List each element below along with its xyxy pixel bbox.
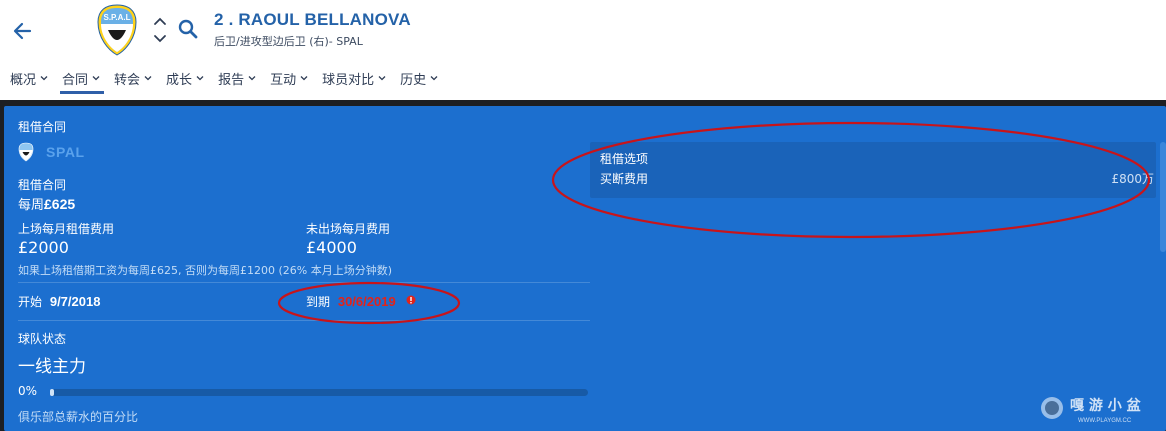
chevron-down-icon xyxy=(378,76,386,81)
wage-percent-value: 0% xyxy=(18,384,38,398)
chevron-down-icon xyxy=(144,76,152,81)
played-fee-value: £2000 xyxy=(18,238,69,257)
warning-icon[interactable] xyxy=(406,295,416,305)
scrollbar[interactable] xyxy=(1160,142,1166,252)
tab-contract[interactable]: 合同 xyxy=(58,62,105,94)
tab-development[interactable]: 成长 xyxy=(162,62,208,94)
profile-tab-bar: 概况 合同 转会 成长 报告 互动 球员对比 历史 xyxy=(0,62,442,94)
player-header: S.P.A.L 2 . RAOUL BELLANOVA 后卫/进攻型边后卫 (右… xyxy=(0,0,1166,100)
chevron-down-icon xyxy=(248,76,256,81)
chevron-down-icon xyxy=(430,76,438,81)
start-label: 开始 xyxy=(18,295,43,309)
tab-label: 历史 xyxy=(400,72,427,88)
section-divider xyxy=(18,282,590,283)
crest-text: S.P.A.L xyxy=(104,13,131,22)
site-watermark-logo: 嘎 游 小 盆 WWW.PLAYGM.CC xyxy=(1041,397,1142,424)
squad-status-value: 一线主力 xyxy=(18,357,86,377)
squad-status-label: 球队状态 xyxy=(18,332,67,346)
watermark-text: 嘎 游 小 盆 xyxy=(1070,397,1142,414)
end-label: 到期 xyxy=(306,295,331,309)
watermark-url: WWW.PLAYGM.CC xyxy=(1078,418,1132,424)
played-fee-label: 上场每月租借费用 xyxy=(18,222,115,236)
tab-label: 概况 xyxy=(10,72,37,88)
fee-explanation-note: 如果上场租借期工资为每周£625, 否则为每周£1200 (26% 本月上场分钟… xyxy=(18,264,393,277)
search-icon[interactable] xyxy=(177,18,199,40)
end-date-row: 到期 30/6/2019 xyxy=(306,293,416,310)
chevron-up-down-icon[interactable] xyxy=(152,14,168,46)
player-position-subtitle: 后卫/进攻型边后卫 (右)- SPAL xyxy=(214,35,363,48)
back-arrow-icon[interactable] xyxy=(8,16,38,46)
weekly-prefix: 每周 xyxy=(18,198,45,213)
end-date-value: 30/6/2019 xyxy=(337,294,396,309)
unplayed-fee-label: 未出场每月费用 xyxy=(306,222,391,236)
tab-label: 球员对比 xyxy=(322,72,375,88)
wage-percent-label: 俱乐部总薪水的百分比 xyxy=(18,410,139,424)
tab-transfer[interactable]: 转会 xyxy=(110,62,156,94)
tab-label: 报告 xyxy=(218,72,245,88)
section-divider xyxy=(18,320,590,321)
panel-title: 租借合同 xyxy=(18,120,67,134)
tab-interaction[interactable]: 互动 xyxy=(266,62,312,94)
tab-label: 合同 xyxy=(62,72,89,88)
tab-label: 转会 xyxy=(114,72,141,88)
loan-options-box: 租借选项 买断费用 £800万 xyxy=(590,142,1156,198)
club-name: SPAL xyxy=(46,144,85,160)
tab-label: 成长 xyxy=(166,72,193,88)
weekly-fee: £625 xyxy=(44,196,76,212)
tab-overview[interactable]: 概况 xyxy=(6,62,52,94)
buyout-fee-label: 买断费用 xyxy=(600,172,649,186)
tab-player-comparison[interactable]: 球员对比 xyxy=(318,62,390,94)
club-crest-icon xyxy=(18,142,34,162)
chevron-down-icon xyxy=(300,76,308,81)
wage-percent-bar-fill xyxy=(50,389,54,396)
loan-club-link[interactable]: SPAL xyxy=(18,142,85,162)
contract-type-label: 租借合同 xyxy=(18,178,67,192)
club-crest-logo: S.P.A.L xyxy=(97,4,137,56)
chevron-down-icon xyxy=(92,76,100,81)
player-name-title: 2 . RAOUL BELLANOVA xyxy=(214,10,411,29)
loan-contract-panel: 租借合同 SPAL 租借合同 每周£625 上场每月租借费用 £2000 未出场… xyxy=(4,106,1166,431)
start-date-row: 开始 9/7/2018 xyxy=(18,293,100,310)
buyout-fee-value: £800万 xyxy=(1111,172,1154,186)
tab-history[interactable]: 历史 xyxy=(396,62,442,94)
weekly-wage-value: 每周£625 xyxy=(18,194,75,213)
unplayed-fee-value: £4000 xyxy=(306,238,357,257)
start-date-value: 9/7/2018 xyxy=(49,294,101,309)
tab-reports[interactable]: 报告 xyxy=(214,62,260,94)
loan-options-title: 租借选项 xyxy=(600,152,649,166)
chevron-down-icon xyxy=(40,76,48,81)
wage-percent-bar-track xyxy=(50,389,588,396)
tab-label: 互动 xyxy=(270,72,297,88)
chevron-down-icon xyxy=(196,76,204,81)
